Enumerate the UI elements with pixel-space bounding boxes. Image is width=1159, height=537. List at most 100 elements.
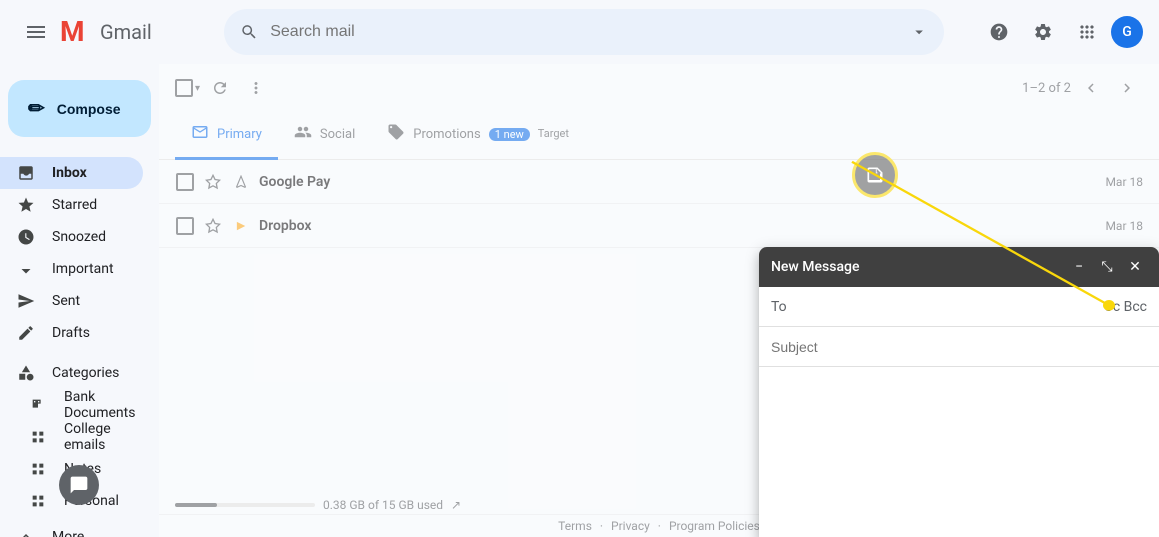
email-row-google-pay[interactable]: Google Pay Mar 18 [159, 160, 1159, 204]
toolbar: ▾ 1–2 of 2 [159, 64, 1159, 112]
sidebar-item-college-emails[interactable]: College emails [0, 421, 143, 453]
storage-bar [175, 503, 315, 507]
important-icon [16, 260, 36, 278]
top-icons: G [979, 12, 1143, 52]
promotions-sublabel: Target [538, 127, 569, 140]
tab-promotions[interactable]: Promotions 1 new Target [371, 112, 585, 160]
sent-label: Sent [52, 293, 131, 309]
social-tab-label: Social [320, 127, 355, 142]
compose-header-icons: − ⤡ ✕ [1067, 255, 1147, 279]
apps-button[interactable] [1067, 12, 1107, 52]
compose-minimize-button[interactable]: − [1067, 255, 1091, 279]
email-important-dropbox[interactable]: ► [231, 217, 251, 234]
compose-window-header[interactable]: New Message − ⤡ ✕ [759, 247, 1159, 287]
promotions-badge: 1 new [489, 128, 530, 141]
more-icon [16, 528, 36, 537]
email-important-google-pay[interactable] [231, 175, 251, 189]
sidebar-item-snoozed[interactable]: Snoozed [0, 221, 143, 253]
sidebar-item-bank-documents[interactable]: Bank Documents [0, 389, 143, 421]
terms-link[interactable]: Terms [558, 519, 592, 533]
sidebar-item-starred[interactable]: Starred [0, 189, 143, 221]
avatar[interactable]: G [1111, 16, 1143, 48]
help-button[interactable] [979, 12, 1019, 52]
email-checkbox-google-pay[interactable] [175, 172, 195, 192]
compose-cc-bcc-button[interactable]: Cc Bcc [1104, 299, 1147, 315]
compose-to-field[interactable]: To Cc Bcc [759, 287, 1159, 327]
svg-text:M: M [60, 17, 85, 47]
logo-area: M Gmail [16, 12, 216, 52]
drafts-icon [16, 324, 36, 342]
compose-to-label: To [771, 299, 811, 315]
tab-social[interactable]: Social [278, 112, 371, 160]
college-emails-label: College emails [64, 421, 131, 453]
categories-icon [16, 364, 36, 382]
refresh-button[interactable] [204, 72, 236, 104]
compose-message-body[interactable] [759, 367, 1159, 537]
manage-storage-link[interactable]: ↗ [451, 498, 461, 512]
sidebar-item-more[interactable]: More [0, 521, 143, 537]
starred-label: Starred [52, 197, 131, 213]
indicator-circle [852, 152, 898, 198]
hamburger-menu-button[interactable] [16, 12, 56, 52]
compose-body: To Cc Bcc [759, 287, 1159, 537]
more-options-button[interactable] [240, 72, 272, 104]
snoozed-icon [16, 228, 36, 246]
select-dropdown-icon[interactable]: ▾ [195, 83, 200, 94]
social-tab-icon [294, 123, 312, 146]
email-checkbox-dropbox[interactable] [175, 216, 195, 236]
chat-bubble[interactable] [59, 465, 99, 505]
email-star-dropbox[interactable] [203, 216, 223, 236]
tab-primary[interactable]: Primary [175, 112, 278, 160]
pagination-text: 1–2 of 2 [1022, 81, 1071, 96]
star-icon [16, 196, 36, 214]
compose-button[interactable]: ✏ Compose [8, 80, 151, 137]
search-bar [224, 9, 944, 55]
prev-page-button[interactable] [1075, 72, 1107, 104]
main-area: ✏ Compose Inbox Starred [0, 64, 1159, 537]
categories-label: Categories [52, 365, 131, 381]
gmail-text: Gmail [100, 20, 152, 44]
top-bar: M Gmail G [0, 0, 1159, 64]
email-sender-google-pay: Google Pay [259, 174, 419, 190]
privacy-link[interactable]: Privacy [611, 519, 650, 533]
categories-header[interactable]: Categories [0, 357, 143, 389]
email-date-dropbox: Mar 18 [1105, 219, 1143, 233]
sidebar-item-sent[interactable]: Sent [0, 285, 143, 317]
email-star-google-pay[interactable] [203, 172, 223, 192]
settings-button[interactable] [1023, 12, 1063, 52]
more-label: More [52, 529, 131, 537]
inbox-icon [16, 164, 36, 182]
select-all-area[interactable]: ▾ [175, 79, 200, 97]
sidebar-item-important[interactable]: Important [0, 253, 143, 285]
compose-window: New Message − ⤡ ✕ To Cc Bcc [759, 247, 1159, 537]
compose-fullscreen-button[interactable]: ⤡ [1095, 255, 1119, 279]
compose-to-input[interactable] [811, 299, 1104, 315]
sidebar-nav: Inbox Starred Snoozed [0, 153, 159, 353]
toolbar-right: 1–2 of 2 [1022, 72, 1143, 104]
program-policies-link[interactable]: Program Policies [669, 519, 760, 533]
bank-documents-label: Bank Documents [64, 389, 135, 421]
primary-tab-label: Primary [217, 127, 262, 142]
email-sender-dropbox: Dropbox [259, 218, 419, 234]
sidebar-item-inbox[interactable]: Inbox [0, 157, 143, 189]
compose-icon: ✏ [28, 96, 45, 121]
sent-icon [16, 292, 36, 310]
search-dropdown-icon[interactable] [910, 22, 928, 42]
gmail-logo: M Gmail [60, 17, 152, 47]
important-label: Important [52, 261, 131, 277]
email-row-dropbox[interactable]: ► Dropbox Mar 18 [159, 204, 1159, 248]
notes-icon [28, 461, 48, 477]
search-input[interactable] [270, 23, 898, 41]
next-page-button[interactable] [1111, 72, 1143, 104]
compose-window-title[interactable]: New Message [771, 259, 1067, 275]
compose-close-button[interactable]: ✕ [1123, 255, 1147, 279]
storage-text: 0.38 GB of 15 GB used [323, 498, 443, 512]
compose-subject-input[interactable] [771, 339, 1147, 355]
search-input-wrap[interactable] [224, 9, 944, 55]
select-all-checkbox[interactable] [175, 79, 193, 97]
inbox-label: Inbox [52, 165, 131, 181]
inbox-tabs: Primary Social Promotions 1 new Target [159, 112, 1159, 160]
footer-sep1: · [600, 519, 603, 533]
compose-subject-field[interactable] [759, 327, 1159, 367]
sidebar-item-drafts[interactable]: Drafts [0, 317, 143, 349]
